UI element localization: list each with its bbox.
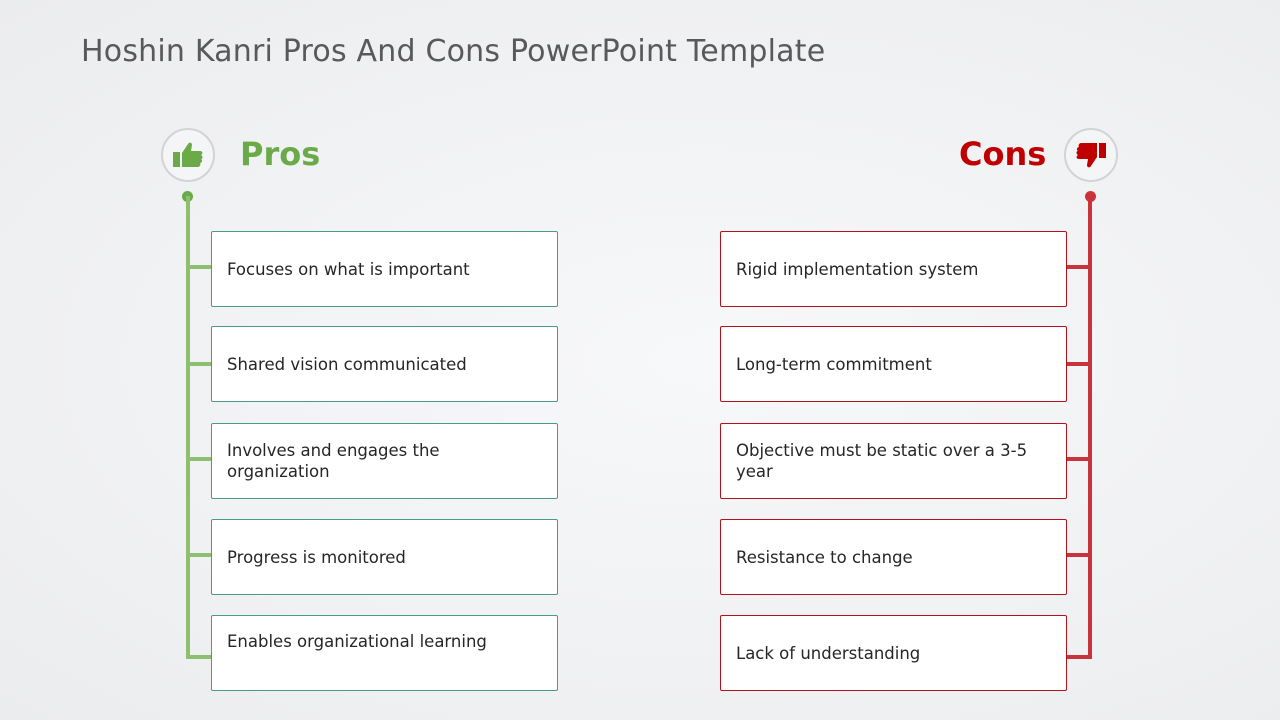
- cons-icon-badge: [1064, 128, 1118, 182]
- pros-item-card: Focuses on what is important: [211, 231, 558, 307]
- pros-item-card: Shared vision communicated: [211, 326, 558, 402]
- pros-branch: [186, 457, 211, 461]
- pros-branch: [186, 655, 211, 659]
- pros-item-text: Enables organizational learning: [227, 632, 487, 651]
- cons-branch: [1066, 655, 1090, 659]
- cons-item-text: Objective must be static over a 3-5 year: [736, 441, 1028, 481]
- cons-item-card: Long-term commitment: [720, 326, 1067, 402]
- cons-item-text: Lack of understanding: [736, 643, 921, 663]
- pros-branch: [186, 362, 211, 366]
- thumbs-up-icon: [173, 142, 203, 167]
- pros-item-text: Involves and engages the organization: [227, 441, 440, 481]
- cons-branch: [1066, 553, 1090, 557]
- cons-heading: Cons: [959, 135, 1047, 173]
- pros-item-text: Focuses on what is important: [227, 259, 470, 279]
- pros-item-text: Shared vision communicated: [227, 354, 467, 374]
- pros-heading: Pros: [240, 135, 321, 173]
- cons-branch: [1066, 457, 1090, 461]
- pros-item-card: Involves and engages the organization: [211, 423, 558, 499]
- pros-branch: [186, 265, 211, 269]
- cons-branch: [1066, 362, 1090, 366]
- pros-branch: [186, 553, 211, 557]
- cons-item-text: Rigid implementation system: [736, 259, 979, 279]
- slide-title: Hoshin Kanri Pros And Cons PowerPoint Te…: [81, 34, 826, 69]
- cons-item-card: Objective must be static over a 3-5 year: [720, 423, 1067, 499]
- cons-item-card: Lack of understanding: [720, 615, 1067, 691]
- pros-icon-badge: [161, 128, 215, 182]
- cons-branch: [1066, 265, 1090, 269]
- pros-item-card: Progress is monitored: [211, 519, 558, 595]
- cons-item-text: Resistance to change: [736, 547, 913, 567]
- pros-item-card: Enables organizational learning: [211, 615, 558, 691]
- cons-item-text: Long-term commitment: [736, 354, 932, 374]
- thumbs-down-icon: [1076, 143, 1106, 168]
- cons-item-card: Resistance to change: [720, 519, 1067, 595]
- cons-item-card: Rigid implementation system: [720, 231, 1067, 307]
- pros-item-text: Progress is monitored: [227, 547, 406, 567]
